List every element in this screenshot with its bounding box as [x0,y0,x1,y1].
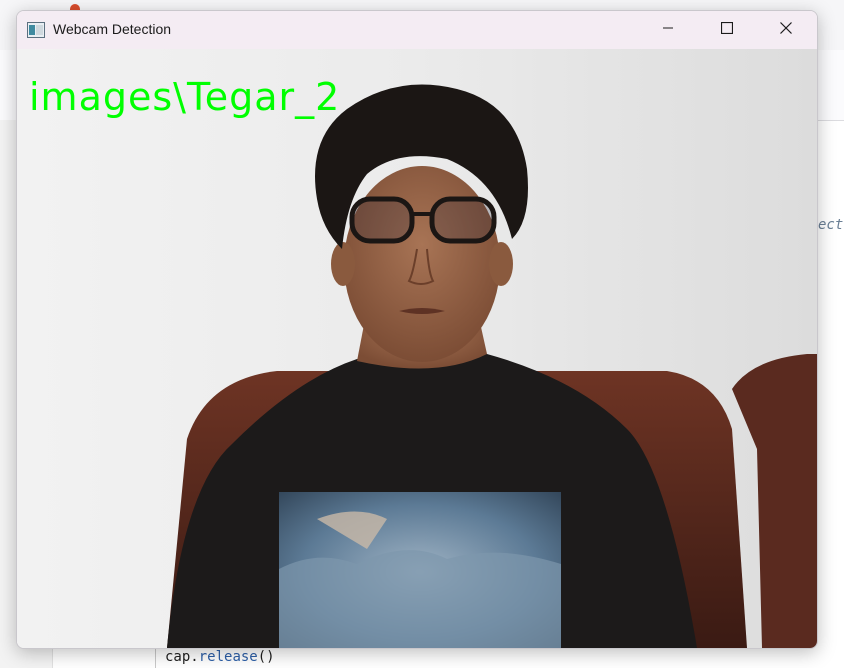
webcam-scene [17,49,817,648]
minimize-button[interactable] [639,11,697,49]
maximize-icon [720,21,734,39]
webcam-detection-window[interactable]: Webcam Detection images\Tegar_2 [16,10,818,649]
code-suffix: () [257,649,275,665]
maximize-button[interactable] [698,11,756,49]
window-title: Webcam Detection [53,21,172,37]
webcam-frame: images\Tegar_2 [17,49,817,648]
minimize-icon [662,21,674,39]
clipped-code-text: ect [818,217,844,233]
code-object: cap [165,649,191,665]
code-method: release [198,649,258,665]
close-icon [780,21,792,39]
window-titlebar[interactable]: Webcam Detection [17,11,817,49]
close-button[interactable] [757,11,815,49]
detection-label: images\Tegar_2 [29,75,341,119]
face [344,166,500,362]
app-window-icon [27,22,45,38]
code-line-release[interactable]: cap.release() [165,649,275,665]
